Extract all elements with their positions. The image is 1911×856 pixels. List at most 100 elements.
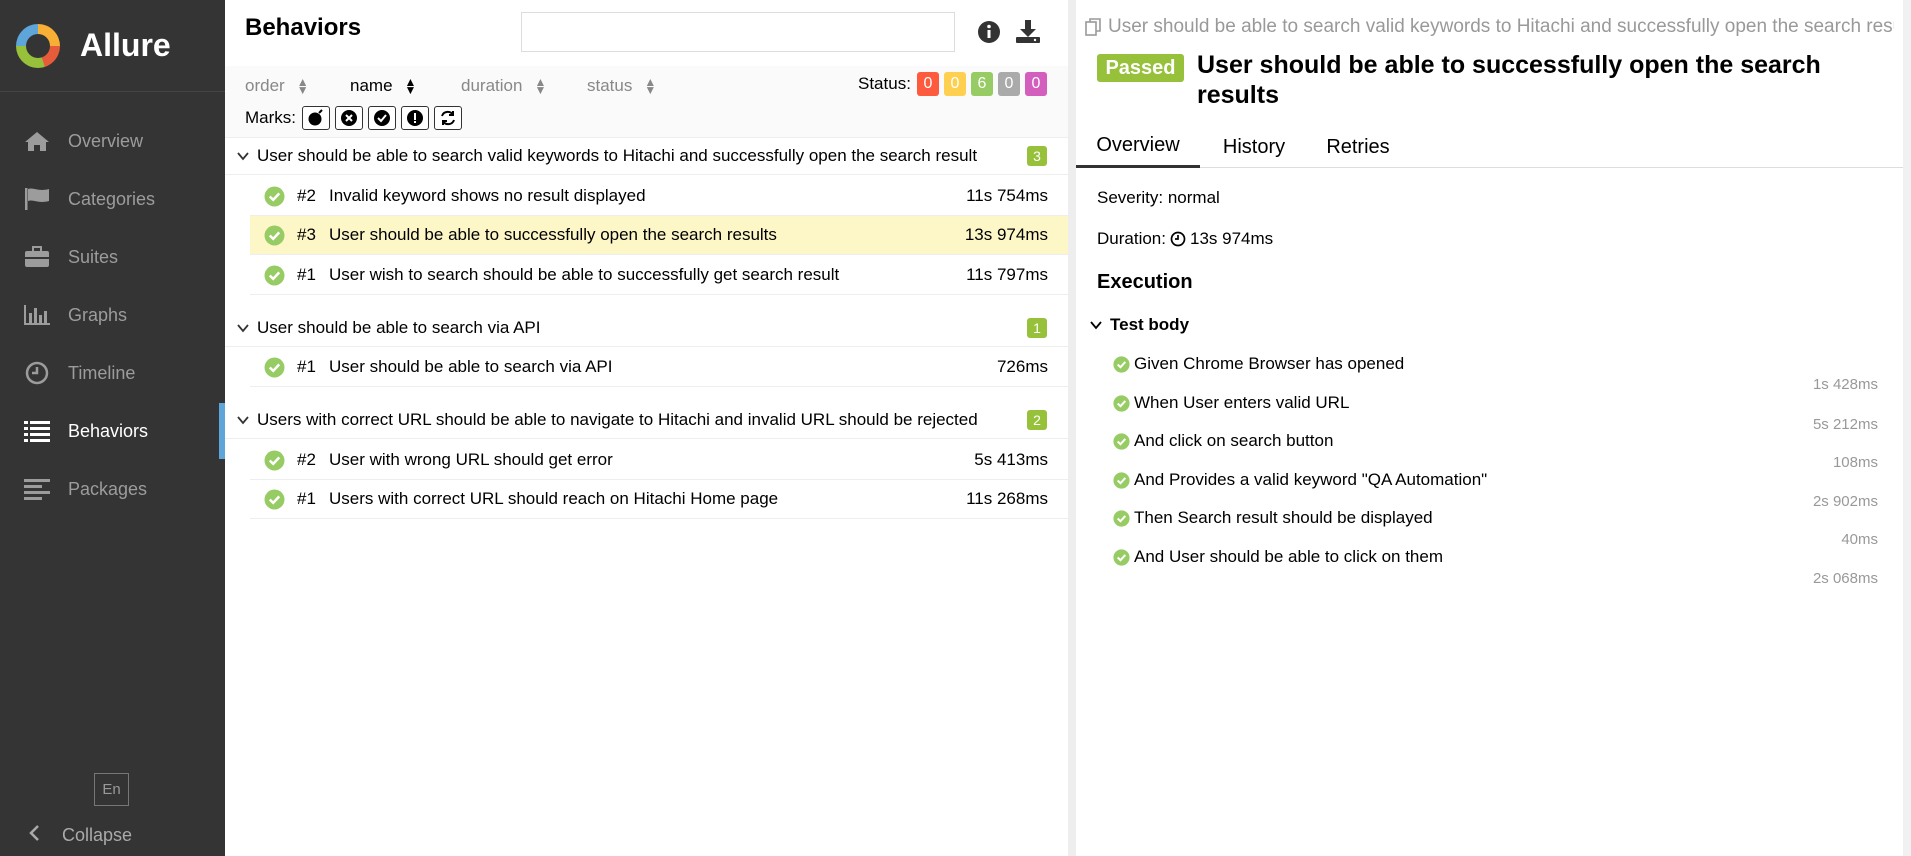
- step-name: And User should be able to click on them: [1134, 547, 1444, 566]
- sidebar-item-label: Packages: [68, 478, 148, 499]
- bomb-icon: [308, 109, 323, 126]
- language-switch-button[interactable]: En: [94, 773, 129, 806]
- tree-toolbar: order ▲ ▼ name ▲ ▼ duration ▲ ▼ status ▲ ▼ S…: [225, 66, 1068, 138]
- test-order: #2: [297, 450, 316, 469]
- info-icon[interactable]: [977, 20, 1001, 44]
- sidebar-item-packages[interactable]: Packages: [0, 461, 225, 517]
- clock-icon: [1170, 231, 1186, 247]
- test-duration: 5s 413ms: [974, 450, 1048, 469]
- new-passed-mark-button[interactable]: [368, 106, 396, 130]
- group-count-badge: 3: [1027, 145, 1047, 166]
- step-name: Given Chrome Browser has opened: [1134, 354, 1405, 373]
- scrollbar[interactable]: [1903, 0, 1911, 856]
- test-duration: 11s 797ms: [966, 265, 1048, 284]
- step-row[interactable]: And click on search button: [1113, 431, 1333, 451]
- collapse-button[interactable]: Collapse: [0, 820, 225, 850]
- group-count-badge: 2: [1027, 409, 1047, 430]
- status-broken-badge[interactable]: 0: [944, 72, 966, 96]
- chevron-down-icon: [237, 320, 249, 336]
- download-icon[interactable]: [1015, 18, 1041, 44]
- sidebar-item-overview[interactable]: Overview: [0, 113, 225, 169]
- test-body-toggle[interactable]: Test body: [1090, 315, 1189, 335]
- status-passed-badge[interactable]: 6: [971, 72, 993, 96]
- status-badge: Passed: [1097, 54, 1184, 82]
- fullname-text: User should be able to search valid keyw…: [1108, 16, 1894, 37]
- status-unknown-badge[interactable]: 0: [1025, 72, 1047, 96]
- sort-icon: ▲ ▼: [644, 75, 657, 97]
- sort-by-duration[interactable]: duration ▲ ▼: [461, 76, 546, 96]
- test-order: #1: [297, 357, 316, 376]
- sidebar-item-suites[interactable]: Suites: [0, 229, 225, 285]
- test-row[interactable]: #1 User should be able to search via API…: [250, 348, 1068, 387]
- group-name: User should be able to search valid keyw…: [257, 145, 978, 165]
- refresh-icon: [441, 110, 455, 126]
- severity-label: Severity: normal: [1097, 188, 1220, 207]
- sort-by-status[interactable]: status ▲ ▼: [587, 76, 656, 96]
- test-row[interactable]: #1 User wish to search should be able to…: [250, 256, 1068, 295]
- sidebar-item-label: Suites: [68, 246, 119, 267]
- test-order: #2: [297, 186, 316, 205]
- passed-check-icon: [264, 186, 285, 206]
- step-duration: 40ms: [1841, 531, 1878, 548]
- test-name: User should be able to successfully open…: [329, 225, 777, 244]
- step-row[interactable]: Given Chrome Browser has opened: [1113, 354, 1404, 374]
- test-row[interactable]: #1 Users with correct URL should reach o…: [250, 480, 1068, 519]
- sidebar-item-label: Categories: [68, 188, 156, 209]
- test-name: Users with correct URL should reach on H…: [329, 489, 779, 508]
- test-row[interactable]: #2 Invalid keyword shows no result displ…: [250, 177, 1068, 216]
- list-icon: [22, 418, 52, 444]
- sort-icon: ▲ ▼: [404, 75, 417, 97]
- new-failed-mark-button[interactable]: [335, 106, 363, 130]
- test-duration: 13s 974ms: [964, 225, 1048, 244]
- group-name: Users with correct URL should be able to…: [257, 409, 978, 429]
- tab-history[interactable]: History: [1200, 126, 1308, 168]
- step-row[interactable]: And Provides a valid keyword "QA Automat…: [1113, 470, 1487, 490]
- copy-icon[interactable]: [1084, 17, 1104, 37]
- pane-splitter[interactable]: [1068, 0, 1076, 856]
- step-name: And Provides a valid keyword "QA Automat…: [1134, 470, 1488, 489]
- sort-by-order[interactable]: order ▲ ▼: [245, 76, 309, 96]
- testresult-pane: User should be able to search valid keyw…: [1076, 0, 1911, 856]
- new-broken-mark-button[interactable]: [401, 106, 429, 130]
- sidebar-item-behaviors[interactable]: Behaviors: [0, 403, 225, 459]
- testresult-fullname: User should be able to search valid keyw…: [1084, 16, 1894, 38]
- passed-check-icon: [264, 450, 285, 470]
- test-name: User wish to search should be able to su…: [329, 265, 840, 284]
- page-title: Behaviors: [245, 14, 362, 41]
- sidebar-item-label: Overview: [68, 130, 144, 151]
- status-skipped-badge[interactable]: 0: [998, 72, 1020, 96]
- group-count-badge: 1: [1027, 317, 1047, 338]
- tree-group[interactable]: User should be able to search via API 1: [225, 309, 1068, 347]
- step-row[interactable]: When User enters valid URL: [1113, 393, 1349, 413]
- chevron-down-icon: [237, 412, 249, 428]
- tree-group[interactable]: Users with correct URL should be able to…: [225, 401, 1068, 439]
- sorter-label: name: [350, 76, 393, 95]
- step-row[interactable]: Then Search result should be displayed: [1113, 508, 1433, 528]
- search-input[interactable]: [521, 12, 955, 52]
- test-row[interactable]: #3 User should be able to successfully o…: [250, 216, 1068, 255]
- test-order: #1: [297, 265, 316, 284]
- sort-by-name[interactable]: name ▲ ▼: [350, 76, 416, 96]
- status-failed-badge[interactable]: 0: [917, 72, 939, 96]
- brand[interactable]: Allure: [0, 0, 225, 92]
- execution-title: Execution: [1097, 271, 1193, 293]
- tab-overview[interactable]: Overview: [1076, 126, 1200, 168]
- sidebar-item-categories[interactable]: Categories: [0, 171, 225, 227]
- step-row[interactable]: And User should be able to click on them: [1113, 547, 1443, 567]
- tab-retries[interactable]: Retries: [1308, 126, 1408, 168]
- sidebar-item-timeline[interactable]: Timeline: [0, 345, 225, 401]
- passed-check-icon: [1113, 509, 1130, 527]
- step-duration: 1s 428ms: [1812, 376, 1878, 393]
- flaky-mark-button[interactable]: [302, 106, 330, 130]
- test-row[interactable]: #2 User with wrong URL should get error …: [250, 441, 1068, 480]
- tree-group[interactable]: User should be able to search valid keyw…: [225, 137, 1068, 175]
- passed-check-icon: [264, 489, 285, 509]
- passed-check-icon: [1113, 355, 1130, 373]
- behaviors-pane: Behaviors order ▲ ▼ name ▲ ▼ duration ▲ ▼ s…: [225, 0, 1068, 856]
- retries-mark-button[interactable]: [434, 106, 462, 130]
- sorter-label: duration: [461, 76, 523, 95]
- sidebar-item-graphs[interactable]: Graphs: [0, 287, 225, 343]
- test-name: User with wrong URL should get error: [329, 450, 613, 469]
- exclamation-circle-icon: [407, 110, 423, 126]
- test-duration: 726ms: [996, 357, 1048, 376]
